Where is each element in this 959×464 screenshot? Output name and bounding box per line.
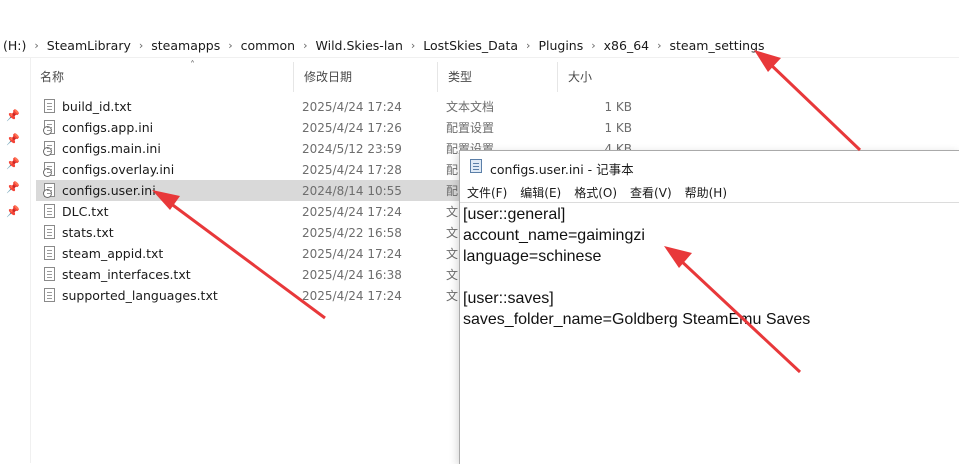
file-name: steam_interfaces.txt: [62, 267, 191, 282]
text-file-icon: [44, 288, 55, 302]
file-date: 2025/4/24 17:24: [302, 246, 402, 261]
text-line: [463, 267, 953, 288]
pin-icon[interactable]: 📌: [6, 182, 20, 194]
notepad-menu-bar: 文件(F) 编辑(E) 格式(O) 查看(V) 帮助(H): [460, 182, 959, 203]
file-type: 文: [446, 268, 459, 282]
column-headers: ˄ 名称 修改日期 类型 大小: [30, 60, 959, 92]
file-size: 1 KB: [604, 99, 632, 114]
text-line: account_name=gaimingzi: [463, 227, 645, 244]
settings-file-icon: [43, 162, 55, 177]
chevron-right-icon[interactable]: ›: [226, 39, 234, 52]
file-date: 2025/4/24 17:24: [302, 204, 402, 219]
file-name: configs.overlay.ini: [62, 162, 175, 177]
file-date: 2024/5/12 23:59: [302, 141, 402, 156]
navigation-pane: 📌 📌 📌 📌 📌: [0, 58, 31, 463]
file-name: supported_languages.txt: [62, 288, 218, 303]
file-type: 文: [446, 247, 459, 261]
file-name: configs.app.ini: [62, 120, 154, 135]
chevron-right-icon[interactable]: ›: [32, 39, 40, 52]
chevron-right-icon[interactable]: ›: [137, 39, 145, 52]
file-row[interactable]: configs.app.ini 2025/4/24 17:26 配置设置 1 K…: [36, 117, 632, 138]
file-type: 文: [446, 226, 459, 240]
breadcrumb-data[interactable]: LostSkies_Data: [417, 38, 524, 53]
breadcrumb-common[interactable]: common: [235, 38, 301, 53]
menu-help[interactable]: 帮助(H): [678, 184, 733, 201]
text-line: [user::general]: [463, 206, 566, 223]
file-date: 2025/4/24 17:28: [302, 162, 402, 177]
file-row[interactable]: build_id.txt 2025/4/24 17:24 文本文档 1 KB: [36, 96, 632, 117]
text-file-icon: [44, 99, 55, 113]
file-date: 2025/4/24 17:24: [302, 288, 402, 303]
menu-file[interactable]: 文件(F): [460, 184, 513, 201]
pin-icon[interactable]: 📌: [6, 134, 20, 146]
text-file-icon: [44, 246, 55, 260]
text-line: [user::saves]: [463, 290, 554, 307]
file-date: 2025/4/22 16:58: [302, 225, 402, 240]
file-type: 文: [446, 289, 459, 303]
breadcrumb-steam-settings[interactable]: steam_settings: [664, 38, 771, 53]
address-bar[interactable]: (H:) › SteamLibrary › steamapps › common…: [0, 33, 959, 58]
file-date: 2025/4/24 17:26: [302, 120, 402, 135]
column-header-date[interactable]: 修改日期: [294, 62, 438, 92]
settings-file-icon: [43, 120, 55, 135]
chevron-right-icon[interactable]: ›: [589, 39, 597, 52]
file-name: build_id.txt: [62, 99, 132, 114]
notepad-icon: [470, 159, 482, 173]
text-file-icon: [44, 204, 55, 218]
breadcrumb-game[interactable]: Wild.Skies-lan: [310, 38, 409, 53]
text-line: saves_folder_name=Goldberg SteamEmu Save…: [463, 311, 811, 328]
column-header-size[interactable]: 大小: [558, 62, 638, 92]
settings-file-icon: [43, 183, 55, 198]
pin-icon[interactable]: 📌: [6, 110, 20, 122]
file-type: 配: [446, 184, 459, 198]
column-header-name[interactable]: 名称: [30, 62, 294, 92]
file-type: 文: [446, 205, 459, 219]
menu-format[interactable]: 格式(O): [567, 184, 623, 201]
breadcrumb-steamapps[interactable]: steamapps: [145, 38, 226, 53]
settings-file-icon: [43, 141, 55, 156]
file-name: configs.main.ini: [62, 141, 161, 156]
chevron-right-icon[interactable]: ›: [524, 39, 532, 52]
notepad-window: configs.user.ini - 记事本 文件(F) 编辑(E) 格式(O)…: [459, 150, 959, 464]
menu-edit[interactable]: 编辑(E): [513, 184, 567, 201]
explorer-toolbar-area: [0, 0, 959, 30]
chevron-right-icon[interactable]: ›: [301, 39, 309, 52]
pin-icon[interactable]: 📌: [6, 158, 20, 170]
breadcrumb-x86-64[interactable]: x86_64: [598, 38, 655, 53]
text-file-icon: [44, 225, 55, 239]
chevron-right-icon[interactable]: ›: [655, 39, 663, 52]
file-size: 1 KB: [604, 120, 632, 135]
notepad-title: configs.user.ini - 记事本: [490, 162, 634, 177]
pin-icon[interactable]: 📌: [6, 206, 20, 218]
breadcrumb-steamlibrary[interactable]: SteamLibrary: [41, 38, 137, 53]
file-date: 2024/8/14 10:55: [302, 183, 402, 198]
text-line: language=schinese: [463, 248, 602, 265]
chevron-right-icon[interactable]: ›: [409, 39, 417, 52]
file-name: configs.user.ini: [62, 183, 156, 198]
file-type: 配置设置: [446, 121, 495, 135]
breadcrumb-drive[interactable]: (H:): [0, 38, 32, 53]
file-type: 配: [446, 163, 459, 177]
menu-view[interactable]: 查看(V): [623, 184, 678, 201]
file-date: 2025/4/24 17:24: [302, 99, 402, 114]
notepad-text-area[interactable]: [user::general] account_name=gaimingzi l…: [463, 204, 953, 330]
text-file-icon: [44, 267, 55, 281]
file-name: steam_appid.txt: [62, 246, 164, 261]
file-name: stats.txt: [62, 225, 114, 240]
file-type: 文本文档: [446, 100, 495, 114]
notepad-title-bar[interactable]: configs.user.ini - 记事本: [460, 151, 959, 181]
column-header-type[interactable]: 类型: [438, 62, 558, 92]
breadcrumb-plugins[interactable]: Plugins: [532, 38, 589, 53]
file-date: 2025/4/24 16:38: [302, 267, 402, 282]
file-name: DLC.txt: [62, 204, 109, 219]
